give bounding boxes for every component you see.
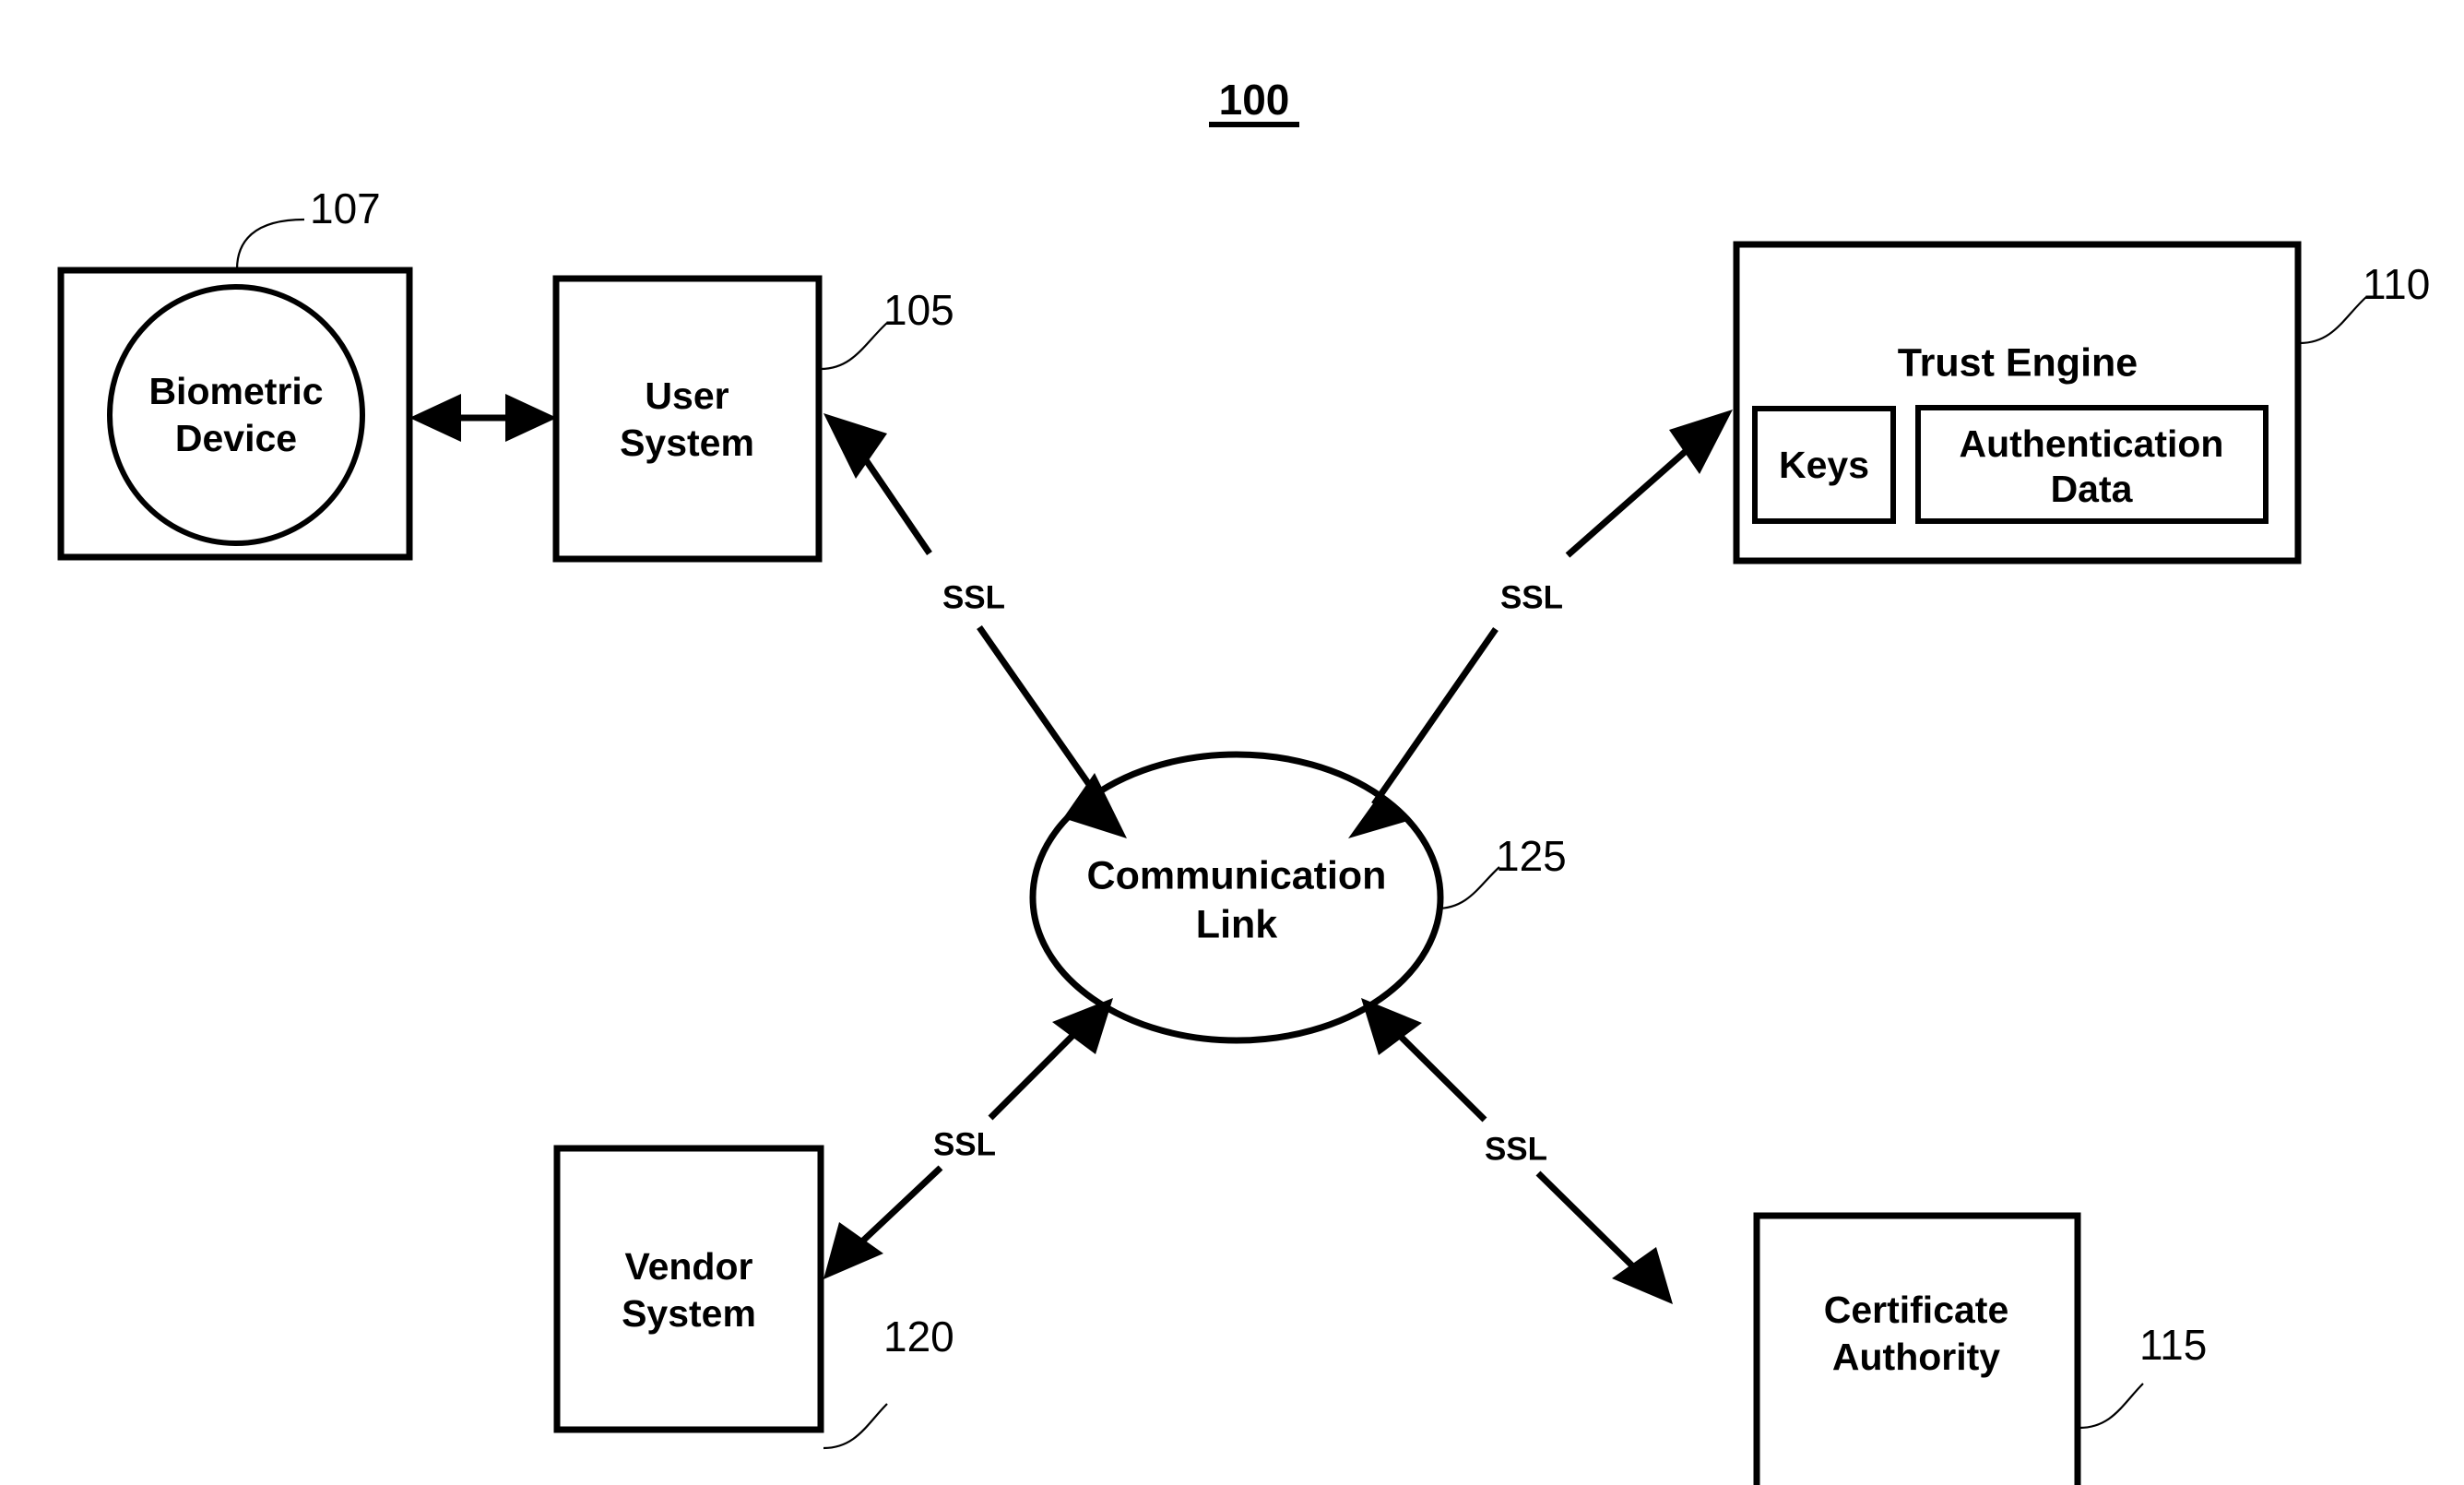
trust-engine-label: Trust Engine <box>1898 340 2138 385</box>
reference-125-leader <box>1436 866 1500 910</box>
figure-title: 100 <box>1219 76 1290 124</box>
reference-120-label: 120 <box>883 1313 954 1360</box>
ssl-label-trust-link: SSL <box>1500 579 1563 615</box>
ssl-label-vendor-link: SSL <box>933 1126 996 1162</box>
connector-vendor-to-link: SSL <box>823 998 1113 1279</box>
vendor-link-line-upper <box>988 1021 1087 1121</box>
diagram-canvas: 100 Biometric Device 107 User System 105 <box>57 76 2430 1485</box>
biometric-user-arrowhead-left <box>409 394 461 442</box>
trust-engine-authentication-data-label-line1: Authentication <box>1960 422 2224 465</box>
node-vendor-system[interactable]: Vendor System <box>553 1145 824 1433</box>
reference-125-group: 125 <box>1436 832 1567 910</box>
ssl-label-ca-link: SSL <box>1485 1131 1547 1167</box>
node-biometric-device[interactable]: Biometric Device <box>57 267 413 561</box>
reference-115-group: 115 <box>2079 1321 2207 1430</box>
ca-link-line-lower <box>1535 1170 1650 1283</box>
biometric-device-box[interactable] <box>57 267 413 561</box>
reference-107-leader <box>235 218 305 270</box>
trust-link-arrowhead-top <box>1669 410 1733 474</box>
biometric-device-label-line2: Device <box>175 417 297 459</box>
reference-105-leader <box>820 322 888 371</box>
node-trust-engine[interactable]: Trust Engine Keys Authentication Data <box>1733 241 2302 564</box>
vendor-system-label-line1: Vendor <box>625 1245 753 1288</box>
ca-link-line-upper <box>1385 1021 1487 1123</box>
user-system-label-line1: User <box>645 374 729 417</box>
biometric-user-arrowhead-right <box>505 394 557 442</box>
vendor-system-label-line2: System <box>622 1292 756 1335</box>
reference-110-label: 110 <box>2363 260 2430 308</box>
trust-engine-authentication-data-label-line2: Data <box>2051 468 2134 510</box>
reference-105-group: 105 <box>820 286 954 371</box>
reference-110-group: 110 <box>2299 260 2430 345</box>
reference-115-label: 115 <box>2139 1321 2207 1369</box>
connector-link-to-certificate-authority: SSL <box>1361 998 1673 1304</box>
communication-link-label-line1: Communication <box>1087 853 1387 897</box>
vendor-system-box[interactable] <box>553 1145 824 1433</box>
connector-biometric-to-user <box>409 394 557 442</box>
reference-125-label: 125 <box>1496 832 1567 880</box>
reference-105-label: 105 <box>883 286 954 334</box>
reference-120-group: 120 <box>823 1313 954 1450</box>
figure-title-group: 100 <box>1209 76 1299 127</box>
user-system-label-line2: System <box>620 422 754 464</box>
node-certificate-authority[interactable]: Certificate Authority <box>1753 1212 2081 1485</box>
trust-engine-keys-label: Keys <box>1779 444 1869 486</box>
user-link-arrowhead-top <box>823 413 887 479</box>
reference-120-leader <box>823 1403 888 1450</box>
node-user-system[interactable]: User System <box>552 275 823 563</box>
user-link-line-lower <box>977 624 1106 807</box>
biometric-device-label-line1: Biometric <box>148 370 323 412</box>
patent-figure-100: 100 Biometric Device 107 User System 105 <box>0 0 2464 1485</box>
certificate-authority-label-line2: Authority <box>1832 1336 2000 1378</box>
ssl-label-user-link: SSL <box>942 579 1005 615</box>
communication-link-label-line2: Link <box>1196 902 1277 946</box>
reference-110-leader <box>2299 296 2367 345</box>
reference-107-group: 107 <box>235 184 381 270</box>
certificate-authority-label-line1: Certificate <box>1824 1289 2009 1331</box>
connector-link-to-trust-engine: SSL <box>1348 410 1733 838</box>
reference-107-label: 107 <box>310 184 381 232</box>
trust-link-line-lower <box>1371 627 1499 806</box>
reference-115-leader <box>2079 1383 2144 1430</box>
connector-user-to-link: SSL <box>823 413 1127 838</box>
user-system-box[interactable] <box>552 275 823 563</box>
